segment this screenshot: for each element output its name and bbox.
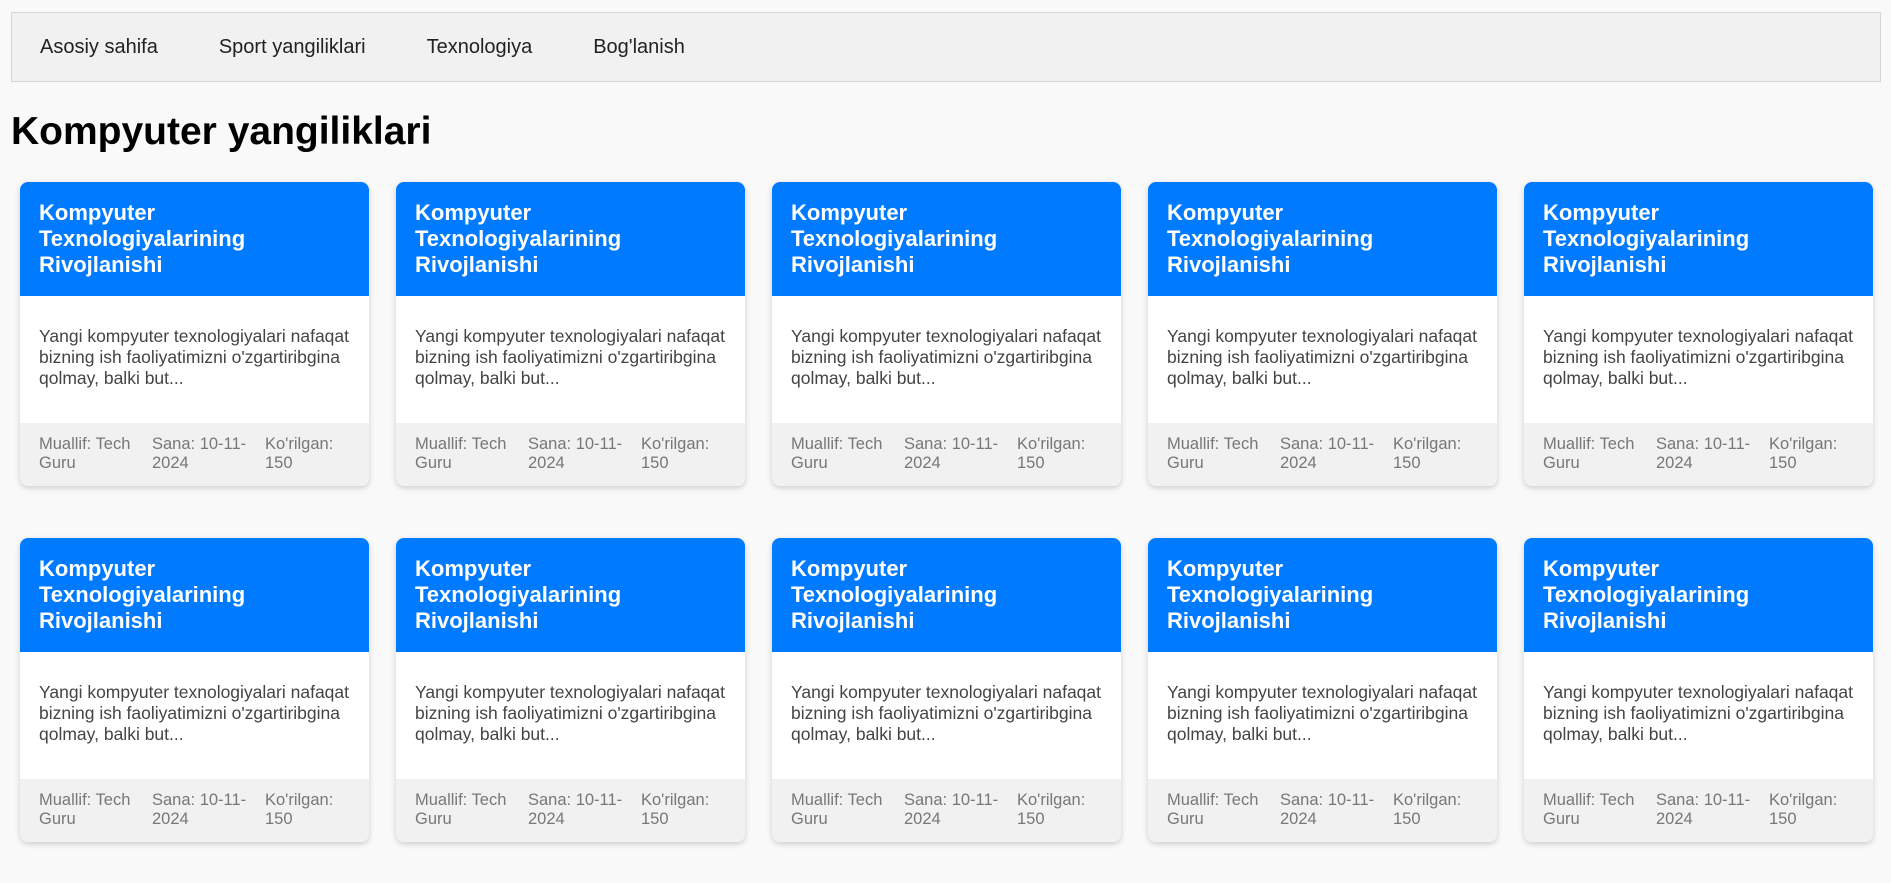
- nav-link-contact[interactable]: Bog'lanish: [593, 37, 685, 57]
- nav-link-technology[interactable]: Texnologiya: [427, 37, 533, 57]
- news-card[interactable]: Kompyuter Texnologiyalarining Rivojlanis…: [396, 182, 745, 486]
- news-card-author: Muallif: Tech Guru: [1167, 791, 1259, 828]
- news-card-views: Ko'rilgan: 150: [641, 435, 710, 472]
- news-card[interactable]: Kompyuter Texnologiyalarining Rivojlanis…: [1524, 182, 1873, 486]
- news-card-author: Muallif: Tech Guru: [1543, 435, 1635, 472]
- news-card-views: Ko'rilgan: 150: [1769, 435, 1838, 472]
- page-title: Kompyuter yangiliklari: [11, 110, 432, 153]
- news-card-title[interactable]: Kompyuter Texnologiyalarining Rivojlanis…: [772, 182, 1121, 296]
- news-card-title[interactable]: Kompyuter Texnologiyalarining Rivojlanis…: [396, 182, 745, 296]
- news-card-title[interactable]: Kompyuter Texnologiyalarining Rivojlanis…: [1524, 182, 1873, 296]
- news-card-date: Sana: 10-11-2024: [1280, 435, 1375, 472]
- nav-link-home[interactable]: Asosiy sahifa: [40, 37, 158, 57]
- news-card-footer: Muallif: Tech Guru Sana: 10-11-2024 Ko'r…: [1148, 423, 1497, 486]
- news-card-footer: Muallif: Tech Guru Sana: 10-11-2024 Ko'r…: [396, 779, 745, 842]
- news-card-date: Sana: 10-11-2024: [904, 435, 999, 472]
- news-card-views: Ko'rilgan: 150: [1393, 435, 1462, 472]
- news-card-excerpt: Yangi kompyuter texnologiyalari nafaqat …: [1167, 326, 1478, 388]
- news-card-footer: Muallif: Tech Guru Sana: 10-11-2024 Ko'r…: [772, 779, 1121, 842]
- news-card[interactable]: Kompyuter Texnologiyalarining Rivojlanis…: [1524, 538, 1873, 842]
- news-card-date: Sana: 10-11-2024: [528, 435, 623, 472]
- news-card[interactable]: Kompyuter Texnologiyalarining Rivojlanis…: [396, 538, 745, 842]
- news-card-excerpt: Yangi kompyuter texnologiyalari nafaqat …: [1543, 326, 1854, 388]
- news-card[interactable]: Kompyuter Texnologiyalarining Rivojlanis…: [1148, 182, 1497, 486]
- news-card-footer: Muallif: Tech Guru Sana: 10-11-2024 Ko'r…: [1524, 423, 1873, 486]
- news-card-date: Sana: 10-11-2024: [1656, 435, 1751, 472]
- news-card-excerpt: Yangi kompyuter texnologiyalari nafaqat …: [39, 326, 350, 388]
- news-card-footer: Muallif: Tech Guru Sana: 10-11-2024 Ko'r…: [396, 423, 745, 486]
- news-card-title[interactable]: Kompyuter Texnologiyalarining Rivojlanis…: [20, 182, 369, 296]
- news-card-views: Ko'rilgan: 150: [1017, 791, 1086, 828]
- news-card-title[interactable]: Kompyuter Texnologiyalarining Rivojlanis…: [20, 538, 369, 652]
- news-card-excerpt: Yangi kompyuter texnologiyalari nafaqat …: [791, 326, 1102, 388]
- news-card-title[interactable]: Kompyuter Texnologiyalarining Rivojlanis…: [772, 538, 1121, 652]
- news-card[interactable]: Kompyuter Texnologiyalarining Rivojlanis…: [1148, 538, 1497, 842]
- news-card-title[interactable]: Kompyuter Texnologiyalarining Rivojlanis…: [1148, 538, 1497, 652]
- news-card[interactable]: Kompyuter Texnologiyalarining Rivojlanis…: [20, 538, 369, 842]
- news-card-author: Muallif: Tech Guru: [39, 435, 131, 472]
- news-card-excerpt: Yangi kompyuter texnologiyalari nafaqat …: [791, 682, 1102, 744]
- news-grid: Kompyuter Texnologiyalarining Rivojlanis…: [20, 182, 1873, 842]
- news-card-excerpt: Yangi kompyuter texnologiyalari nafaqat …: [415, 682, 726, 744]
- news-card-excerpt: Yangi kompyuter texnologiyalari nafaqat …: [1167, 682, 1478, 744]
- news-card-views: Ko'rilgan: 150: [265, 791, 334, 828]
- news-card-footer: Muallif: Tech Guru Sana: 10-11-2024 Ko'r…: [1148, 779, 1497, 842]
- news-card-author: Muallif: Tech Guru: [1543, 791, 1635, 828]
- news-card-views: Ko'rilgan: 150: [641, 791, 710, 828]
- news-card-excerpt: Yangi kompyuter texnologiyalari nafaqat …: [39, 682, 350, 744]
- news-card-views: Ko'rilgan: 150: [1393, 791, 1462, 828]
- news-card-date: Sana: 10-11-2024: [152, 435, 247, 472]
- news-card-views: Ko'rilgan: 150: [1017, 435, 1086, 472]
- navbar: Asosiy sahifa Sport yangiliklari Texnolo…: [11, 12, 1881, 82]
- news-card-views: Ko'rilgan: 150: [1769, 791, 1838, 828]
- news-card-date: Sana: 10-11-2024: [152, 791, 247, 828]
- news-card-title[interactable]: Kompyuter Texnologiyalarining Rivojlanis…: [1148, 182, 1497, 296]
- news-card-footer: Muallif: Tech Guru Sana: 10-11-2024 Ko'r…: [1524, 779, 1873, 842]
- news-card-author: Muallif: Tech Guru: [791, 435, 883, 472]
- news-card-author: Muallif: Tech Guru: [39, 791, 131, 828]
- news-card-date: Sana: 10-11-2024: [1280, 791, 1375, 828]
- news-card-author: Muallif: Tech Guru: [415, 435, 507, 472]
- news-card-date: Sana: 10-11-2024: [904, 791, 999, 828]
- news-card-author: Muallif: Tech Guru: [415, 791, 507, 828]
- news-card[interactable]: Kompyuter Texnologiyalarining Rivojlanis…: [772, 182, 1121, 486]
- nav-link-sport[interactable]: Sport yangiliklari: [219, 37, 366, 57]
- news-card[interactable]: Kompyuter Texnologiyalarining Rivojlanis…: [20, 182, 369, 486]
- news-card-author: Muallif: Tech Guru: [1167, 435, 1259, 472]
- news-card[interactable]: Kompyuter Texnologiyalarining Rivojlanis…: [772, 538, 1121, 842]
- news-card-date: Sana: 10-11-2024: [528, 791, 623, 828]
- news-card-excerpt: Yangi kompyuter texnologiyalari nafaqat …: [1543, 682, 1854, 744]
- news-card-footer: Muallif: Tech Guru Sana: 10-11-2024 Ko'r…: [772, 423, 1121, 486]
- news-card-footer: Muallif: Tech Guru Sana: 10-11-2024 Ko'r…: [20, 423, 369, 486]
- news-card-title[interactable]: Kompyuter Texnologiyalarining Rivojlanis…: [396, 538, 745, 652]
- news-card-views: Ko'rilgan: 150: [265, 435, 334, 472]
- news-card-author: Muallif: Tech Guru: [791, 791, 883, 828]
- news-card-excerpt: Yangi kompyuter texnologiyalari nafaqat …: [415, 326, 726, 388]
- news-card-date: Sana: 10-11-2024: [1656, 791, 1751, 828]
- news-card-footer: Muallif: Tech Guru Sana: 10-11-2024 Ko'r…: [20, 779, 369, 842]
- news-card-title[interactable]: Kompyuter Texnologiyalarining Rivojlanis…: [1524, 538, 1873, 652]
